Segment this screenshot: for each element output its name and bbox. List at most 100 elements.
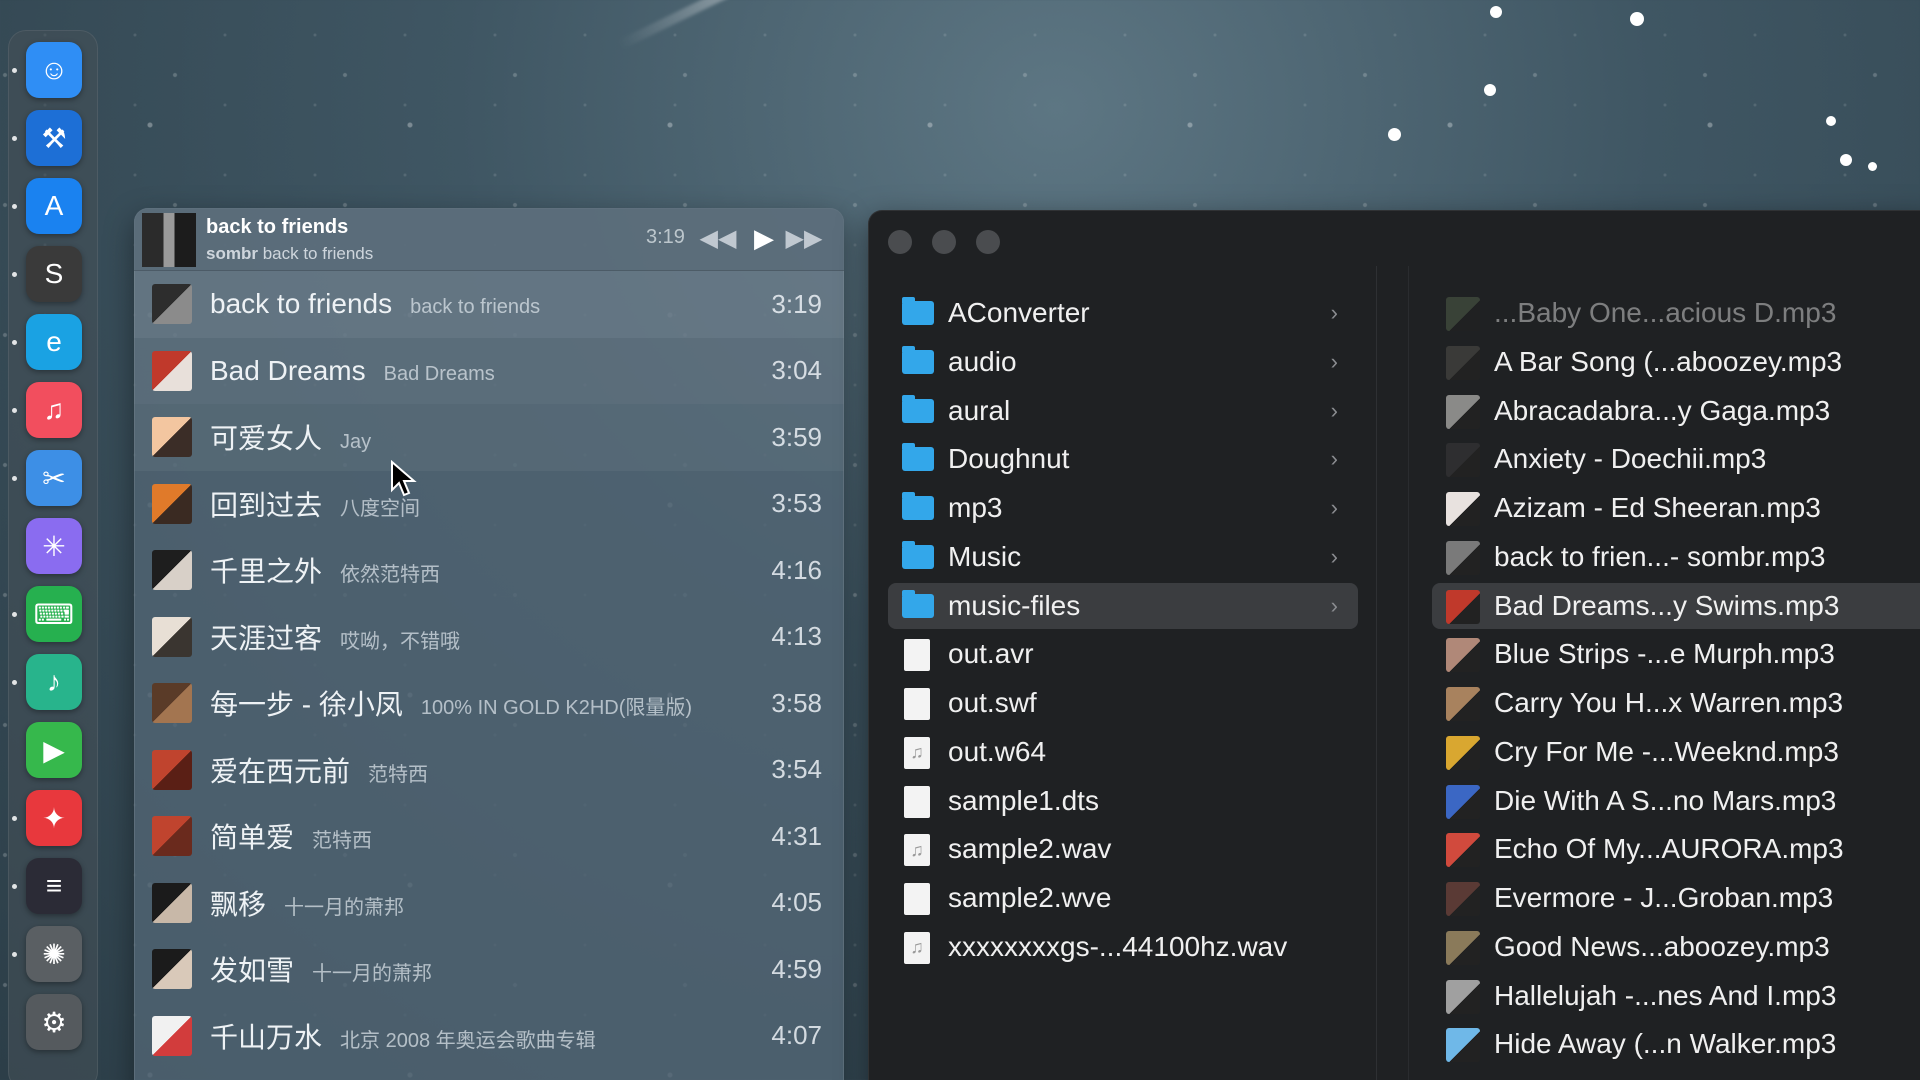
track-artist: 100% IN GOLD K2HD(限量版) [420,697,693,720]
developer-tools-icon[interactable]: ✂ [26,450,82,506]
chatgpt-icon[interactable]: ✺ [26,926,82,982]
track-artwork [152,417,192,458]
mouse-cursor-icon [391,460,417,497]
mp3-file-row[interactable]: Bad Dreams...y Swims.mp3 [1432,582,1920,629]
mp3-file-row[interactable]: Die With A S...no Mars.mp3 [1432,778,1920,824]
track-row[interactable]: 千里之外 依然范特西 4:16 [134,537,844,604]
terminal-icon[interactable]: ≡ [26,858,82,914]
close-window-button[interactable] [888,230,912,254]
minimize-window-button[interactable] [932,230,956,254]
track-duration: 3:53 [771,488,822,519]
chevron-right-icon: › [1330,446,1338,472]
track-row[interactable]: 回到过去 八度空间 3:53 [134,471,844,538]
item-name: Carry You H...x Warren.mp3 [1494,687,1844,718]
column-divider[interactable] [1408,266,1409,1080]
previous-track-button[interactable]: ◀◀ [700,222,737,254]
track-row[interactable]: 天涯过客 哎呦，不错哦 4:13 [134,604,844,671]
track-duration: 4:16 [771,554,822,585]
track-title-group: Bad Dreams Bad Dreams [210,355,495,387]
now-playing-artist: sombr [206,244,258,263]
running-indicator [12,340,17,345]
track-row[interactable]: 每一步 - 徐小凤 100% IN GOLD K2HD(限量版) 3:58 [134,670,844,737]
item-name: Cry For Me -...Weeknd.mp3 [1494,735,1839,767]
file-row[interactable]: ♫ out.w64 [888,729,1358,775]
mp3-file-row[interactable]: Cry For Me -...Weeknd.mp3 [1432,729,1920,775]
now-playing-bar[interactable]: back to friends sombr back to friends 3:… [134,208,844,271]
mp3-file-row[interactable]: Abracadabra...y Gaga.mp3 [1432,388,1920,434]
album-art-thumbnail [1446,345,1480,380]
music-app-icon[interactable]: ♫ [26,382,82,438]
folder-row[interactable]: music-files › [888,582,1358,629]
finder-titlebar[interactable] [868,210,1920,266]
mp3-file-row[interactable]: Hide Away (...n Walker.mp3 [1432,1021,1920,1067]
next-track-button[interactable]: ▶▶ [786,222,823,254]
now-playing-artwork[interactable] [142,213,196,267]
item-name: music-files [948,589,1081,621]
track-duration: 3:59 [771,421,822,452]
track-row[interactable]: 发如雪 十一月的萧邦 4:59 [134,936,844,1003]
file-row[interactable]: sample2.wve [888,875,1358,921]
mp3-file-row[interactable]: Carry You H...x Warren.mp3 [1432,680,1920,726]
edge-browser-icon[interactable]: e [26,314,82,370]
keyboard-app-icon[interactable]: ⌨ [26,586,82,642]
track-row[interactable]: back to friends back to friends 3:19 [134,271,844,338]
track-row[interactable]: 简单爱 范特西 4:31 [134,803,844,870]
folder-row[interactable]: audio › [888,339,1358,385]
mp3-file-row[interactable]: Echo Of My...AURORA.mp3 [1432,826,1920,872]
file-row[interactable]: out.avr [888,631,1358,677]
chevron-right-icon: › [1330,592,1338,618]
play-button[interactable]: ▶ [746,222,782,254]
xcode-icon[interactable]: ⚒ [26,110,82,166]
music-note-app-icon[interactable]: ♪ [26,654,82,710]
desktop-star [1868,162,1877,171]
app-store-icon[interactable]: A [26,178,82,234]
mp3-file-row[interactable]: Evermore - J...Groban.mp3 [1432,875,1920,921]
item-name: Evermore - J...Groban.mp3 [1494,882,1834,913]
file-row[interactable]: ♫ sample2.wav [888,826,1358,872]
track-duration: 3:54 [771,754,822,785]
track-row[interactable]: 可爱女人 Jay 3:59 [134,404,844,471]
sublime-text-icon[interactable]: S [26,246,82,302]
mp3-file-row[interactable]: Good News...aboozey.mp3 [1432,924,1920,970]
track-row[interactable]: 飘移 十一月的萧邦 4:05 [134,870,844,937]
track-row[interactable]: 千山万水 北京 2008 年奥运会歌曲专辑 4:07 [134,1003,844,1070]
audio-file-icon: ♫ [904,736,930,769]
finder-icon[interactable]: ☺ [26,42,82,98]
track-title: 天涯过客 [210,622,323,654]
chevron-right-icon: › [1330,300,1338,325]
item-name: Die With A S...no Mars.mp3 [1494,784,1837,816]
folder-row[interactable]: AConverter › [888,290,1358,336]
column-divider[interactable] [1376,266,1377,1080]
folder-row[interactable]: Doughnut › [888,436,1358,482]
file-row[interactable]: out.swf [888,680,1358,726]
infuse-player-icon[interactable]: ▶ [26,722,82,778]
track-title: 千里之外 [210,556,323,588]
item-name: Music [948,540,1022,572]
mp3-file-row[interactable]: A Bar Song (...aboozey.mp3 [1432,339,1920,385]
track-title-group: back to friends back to friends [210,288,540,320]
folder-row[interactable]: mp3 › [888,485,1358,531]
mp3-file-row[interactable]: Anxiety - Doechii.mp3 [1432,436,1920,482]
file-row[interactable]: ♫ xxxxxxxxgs-...44100hz.wav [888,924,1358,970]
mp3-file-row[interactable]: Blue Strips -...e Murph.mp3 [1432,631,1920,677]
file-row[interactable]: sample1.dts [888,778,1358,824]
photo-booth-icon[interactable]: ✦ [26,790,82,846]
mp3-file-row[interactable]: Hallelujah -...nes And I.mp3 [1432,973,1920,1019]
system-settings-icon[interactable]: ⚙ [26,994,82,1050]
track-row[interactable]: Bad Dreams Bad Dreams 3:04 [134,337,844,404]
album-art-thumbnail [1446,687,1480,721]
mp3-file-row[interactable]: Azizam - Ed Sheeran.mp3 [1432,485,1920,531]
launchpad-icon[interactable]: ✳ [26,518,82,574]
running-indicator [12,612,17,617]
folder-row[interactable]: aural › [888,388,1358,434]
running-indicator [12,408,17,413]
track-row[interactable]: 爱在西元前 范特西 3:54 [134,737,844,804]
mp3-file-row[interactable]: back to frien...- sombr.mp3 [1432,534,1920,580]
folder-row[interactable]: Music › [888,534,1358,580]
zoom-window-button[interactable] [976,230,1000,254]
desktop-star [1826,116,1836,126]
track-artwork [152,949,192,990]
album-art-thumbnail [1446,540,1480,575]
item-name: out.avr [948,638,1034,670]
mp3-file-row[interactable]: ...Baby One...acious D.mp3 [1432,290,1920,336]
